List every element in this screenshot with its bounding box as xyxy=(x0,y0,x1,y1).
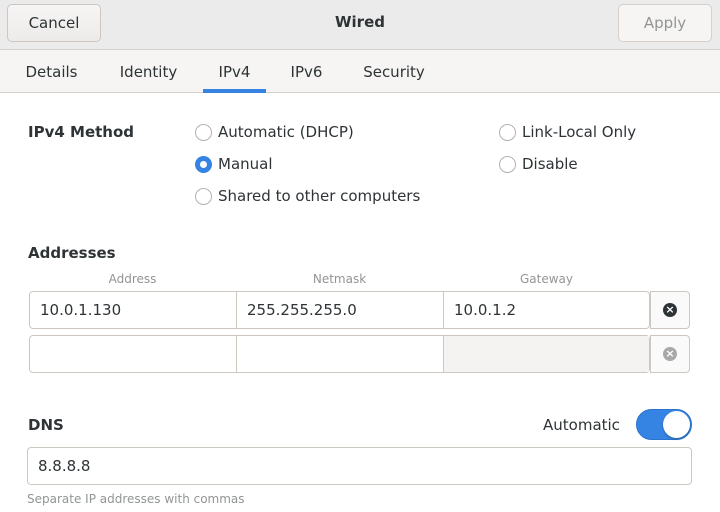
dns-hint: Separate IP addresses with commas xyxy=(27,492,245,506)
radio-shared[interactable]: Shared to other computers xyxy=(195,187,420,205)
ipv4-method-label: IPv4 Method xyxy=(28,123,135,141)
tab-ipv4[interactable]: IPv4 xyxy=(203,50,266,93)
tab-details[interactable]: Details xyxy=(14,50,89,93)
column-header-netmask: Netmask xyxy=(312,272,367,286)
radio-label: Manual xyxy=(218,155,273,173)
dns-input[interactable]: 8.8.8.8 xyxy=(27,447,692,485)
dns-automatic-switch[interactable] xyxy=(636,409,692,440)
delete-address-button[interactable]: × xyxy=(650,291,690,329)
netmask-field[interactable]: 255.255.255.0 xyxy=(237,292,444,328)
radio-indicator[interactable] xyxy=(195,123,212,141)
tab-bar: Details Identity IPv4 IPv6 Security xyxy=(0,50,720,93)
radio-indicator[interactable] xyxy=(499,123,516,141)
close-icon: × xyxy=(663,303,677,317)
address-row: 10.0.1.130 255.255.255.0 10.0.1.2 xyxy=(29,291,650,329)
gateway-field[interactable]: 10.0.1.2 xyxy=(444,292,649,328)
dns-label: DNS xyxy=(28,416,64,434)
radio-label: Automatic (DHCP) xyxy=(218,123,354,141)
close-icon: × xyxy=(663,347,677,361)
radio-manual[interactable]: Manual xyxy=(195,155,273,173)
netmask-field[interactable] xyxy=(237,336,444,372)
header-bar: Cancel Wired Apply xyxy=(0,0,720,50)
column-header-address: Address xyxy=(108,272,157,286)
column-header-gateway: Gateway xyxy=(519,272,573,286)
dialog-title: Wired xyxy=(335,13,385,31)
dns-automatic-label: Automatic xyxy=(543,416,620,434)
radio-indicator[interactable] xyxy=(195,155,212,173)
apply-button[interactable]: Apply xyxy=(618,4,712,42)
radio-label: Link-Local Only xyxy=(522,123,637,141)
tab-identity[interactable]: Identity xyxy=(108,50,189,93)
radio-label: Shared to other computers xyxy=(218,187,421,205)
radio-disable[interactable]: Disable xyxy=(499,155,578,173)
radio-indicator[interactable] xyxy=(195,187,212,205)
radio-automatic-dhcp[interactable]: Automatic (DHCP) xyxy=(195,123,354,141)
address-row-empty xyxy=(29,335,650,373)
switch-knob xyxy=(663,411,690,438)
delete-address-button-disabled[interactable]: × xyxy=(650,335,690,373)
tab-ipv6[interactable]: IPv6 xyxy=(280,50,333,93)
addresses-label: Addresses xyxy=(28,244,116,262)
gateway-field[interactable] xyxy=(444,336,649,372)
radio-indicator[interactable] xyxy=(499,155,516,173)
tab-security[interactable]: Security xyxy=(352,50,436,93)
address-field[interactable]: 10.0.1.130 xyxy=(30,292,237,328)
radio-link-local-only[interactable]: Link-Local Only xyxy=(499,123,636,141)
address-field[interactable] xyxy=(30,336,237,372)
radio-label: Disable xyxy=(522,155,578,173)
